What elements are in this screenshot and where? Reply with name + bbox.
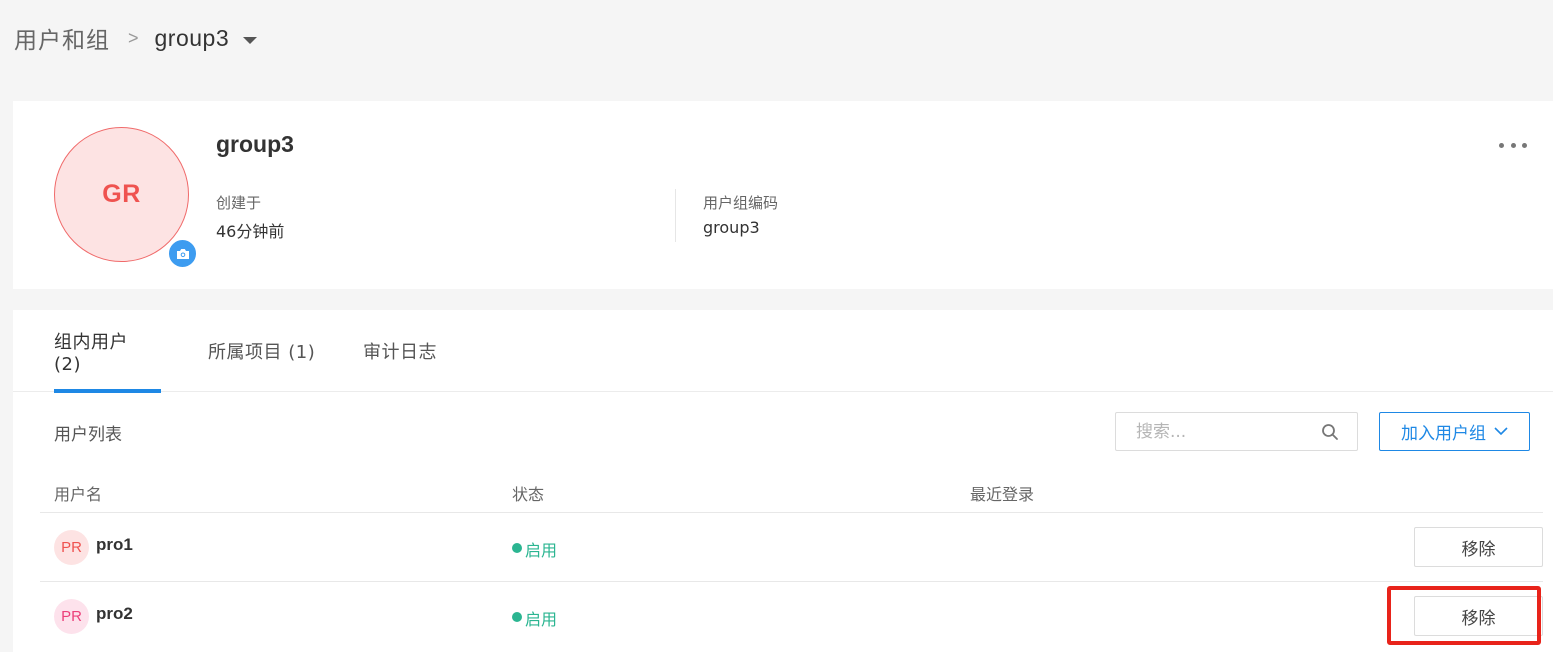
group-avatar-initials: GR (102, 180, 141, 208)
column-header-username: 用户名 (54, 485, 103, 504)
group-avatar: GR (54, 127, 189, 262)
created-value: 46分钟前 (216, 222, 285, 241)
status-text: 启用 (525, 610, 558, 629)
avatar: PR (54, 599, 89, 634)
chevron-down-icon (1494, 427, 1508, 436)
group-members-card: 组内用户 (2) 所属项目 (1) 审计日志 用户列表 加入用户组 用户名 状态… (13, 310, 1553, 652)
search-box (1115, 412, 1358, 451)
status-dot-icon (512, 612, 522, 622)
avatar-initials: PR (61, 608, 82, 625)
column-header-last-login: 最近登录 (970, 485, 1035, 504)
meta-divider (675, 189, 676, 242)
group-code-value: group3 (703, 218, 760, 237)
search-icon[interactable] (1320, 422, 1340, 442)
status-text: 启用 (525, 541, 558, 560)
remove-button[interactable]: 移除 (1414, 527, 1543, 567)
search-input[interactable] (1116, 413, 1316, 450)
camera-icon[interactable] (167, 238, 198, 269)
user-list-title: 用户列表 (54, 425, 122, 445)
breadcrumb-separator: > (128, 27, 139, 48)
join-group-button[interactable]: 加入用户组 (1379, 412, 1530, 451)
group-header-card: GR group3 创建于 46分钟前 用户组编码 group3 (13, 101, 1553, 289)
join-group-label: 加入用户组 (1401, 424, 1486, 444)
tab-bar: 组内用户 (2) 所属项目 (1) 审计日志 (13, 310, 1553, 393)
group-code-label: 用户组编码 (703, 194, 779, 212)
table-row: PR pro2 启用 移除 (40, 582, 1543, 650)
breadcrumb-root-link[interactable]: 用户和组 (14, 21, 110, 55)
username: pro1 (96, 535, 133, 554)
avatar: PR (54, 530, 89, 565)
more-horizontal-icon[interactable] (1499, 137, 1527, 153)
tab-audit-log[interactable]: 审计日志 (363, 310, 437, 392)
avatar-initials: PR (61, 539, 82, 556)
caret-down-icon[interactable] (243, 36, 258, 44)
column-header-status: 状态 (512, 485, 545, 504)
username: pro2 (96, 604, 133, 623)
remove-button[interactable]: 移除 (1414, 596, 1543, 636)
breadcrumb: 用户和组 > group3 (14, 21, 258, 55)
tab-projects[interactable]: 所属项目 (1) (208, 310, 315, 392)
tab-members[interactable]: 组内用户 (2) (54, 310, 161, 393)
created-label: 创建于 (216, 194, 262, 212)
status-dot-icon (512, 543, 522, 553)
group-name: group3 (216, 131, 294, 157)
breadcrumb-current: group3 (154, 24, 230, 51)
table-row: PR pro1 启用 移除 (40, 513, 1543, 581)
